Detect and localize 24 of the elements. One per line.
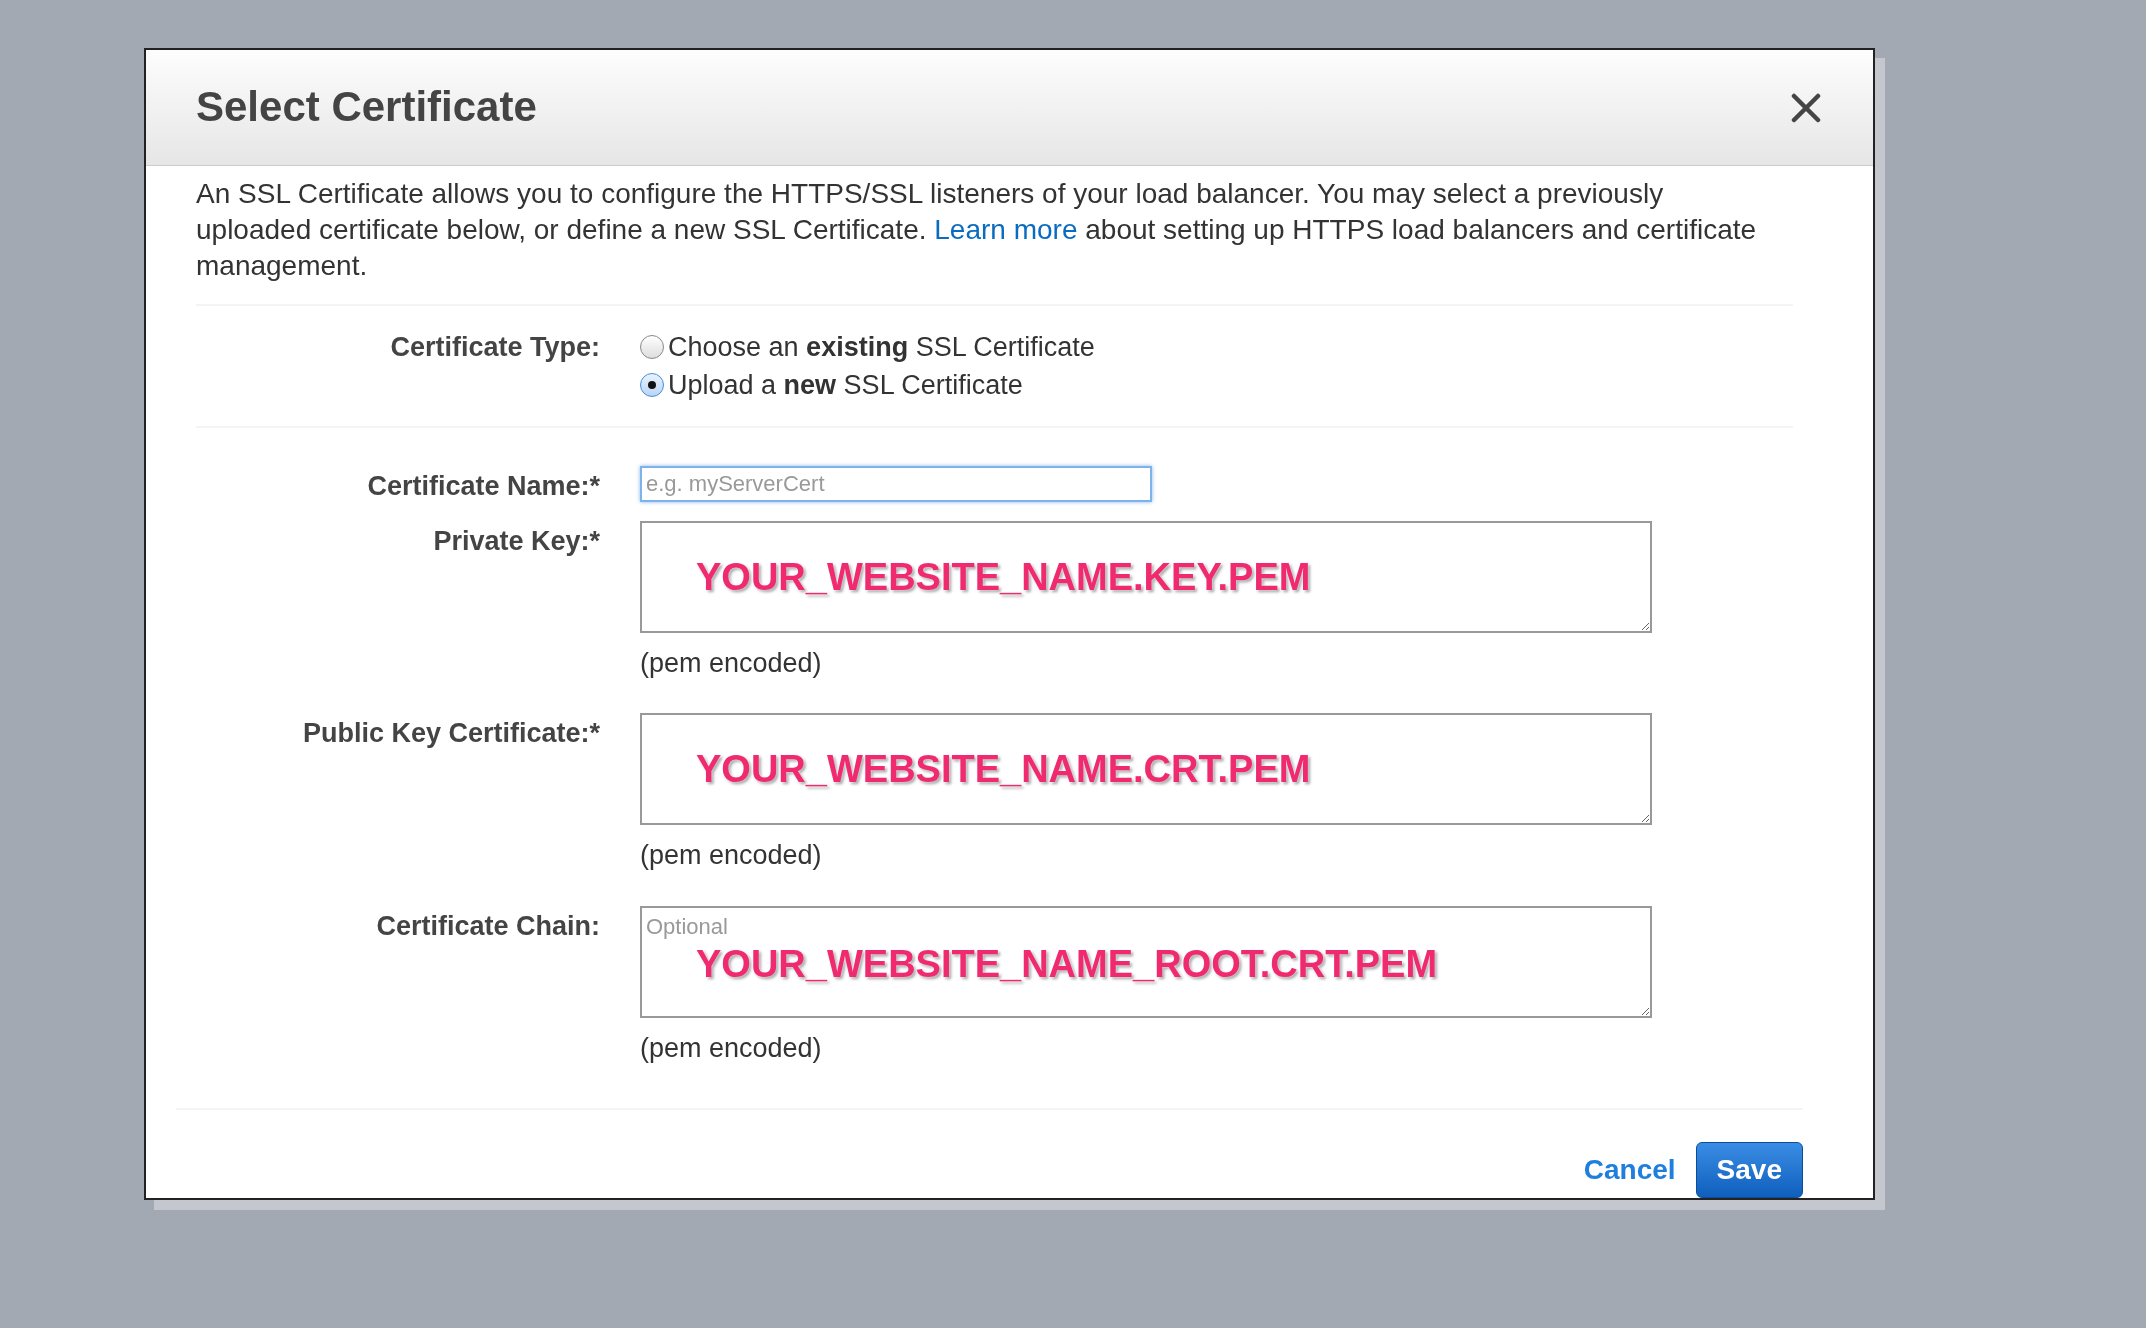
save-button[interactable]: Save (1695, 1142, 1803, 1198)
radio-button[interactable] (640, 335, 664, 359)
field-label: Public Key Certificate:* (302, 718, 600, 748)
annotation-text: YOUR_WEBSITE_NAME_ROOT.CRT.PEM (696, 941, 1438, 987)
annotation-text: YOUR_WEBSITE_NAME.CRT.PEM (696, 747, 1311, 792)
learn-more-link[interactable]: Learn more (934, 214, 1078, 245)
field-label: Private Key:* (433, 525, 600, 556)
hint-text: (pem encoded) (640, 1031, 822, 1065)
intro-text: An SSL Certificate allows you to configure the HTTPS/SSL listeners of your load balancer. You may select a previously uploaded certificate below, or define a new SSL Certificate. Learn more about setting up HTTPS load balancers and certificate management. (196, 177, 1758, 283)
hint-text: (pem encoded) (640, 839, 822, 872)
close-icon (1791, 92, 1821, 123)
field-label: Certificate Type: (390, 332, 600, 362)
annotation-text: YOUR_WEBSITE_NAME.KEY.PEM (696, 554, 1311, 600)
option-label[interactable]: Choose an existing SSL Certificate (668, 328, 1095, 366)
input-field[interactable]: e.g. myServerCert (640, 466, 1152, 502)
field-label: Certificate Chain: (376, 910, 600, 941)
dialog-title: Select Certificate (196, 82, 537, 133)
option-label[interactable]: Upload a new SSL Certificate (668, 366, 1023, 404)
field-label: Certificate Name:* (367, 471, 600, 501)
text-area[interactable] (640, 713, 1652, 825)
radio-button[interactable] (640, 373, 664, 397)
text-area[interactable] (640, 520, 1652, 633)
cancel-link[interactable]: Cancel (1583, 1149, 1676, 1191)
hint-text: (pem encoded) (640, 646, 822, 680)
